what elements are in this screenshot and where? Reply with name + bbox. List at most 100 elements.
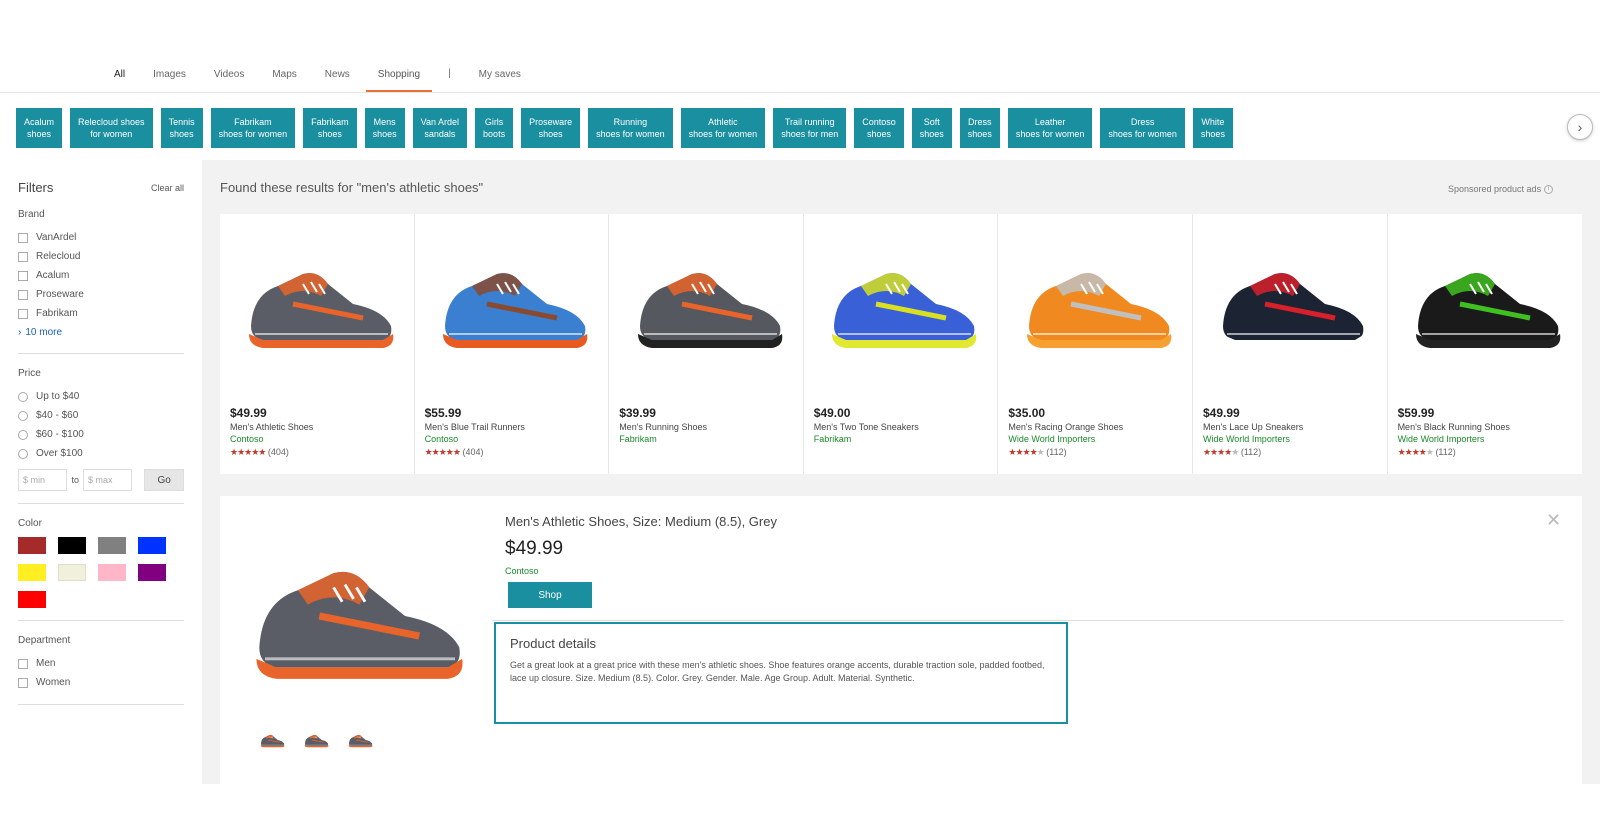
related-search-chip[interactable]: Proseware shoes bbox=[521, 108, 581, 148]
color-swatch[interactable] bbox=[58, 564, 86, 581]
info-icon[interactable]: i bbox=[1544, 184, 1554, 194]
product-merchant[interactable]: Contoso bbox=[425, 434, 599, 444]
price-min-input[interactable]: $ min bbox=[18, 469, 68, 491]
checkbox[interactable] bbox=[18, 251, 28, 262]
color-swatch[interactable] bbox=[18, 537, 46, 554]
related-search-chip[interactable]: Relecloud shoes for women bbox=[70, 108, 153, 148]
checkbox[interactable] bbox=[18, 658, 28, 669]
product-card[interactable]: $49.99 Men's Lace Up Sneakers Wide World I… bbox=[1193, 214, 1388, 474]
product-card[interactable]: $59.99 Men's Black Running Shoes Wide Worl… bbox=[1388, 214, 1583, 474]
color-swatch[interactable] bbox=[98, 564, 126, 581]
product-card[interactable]: $39.99 Men's Running Shoes Fabrikam bbox=[609, 214, 804, 474]
brand-more-link[interactable]: › 10 more bbox=[18, 323, 184, 341]
color-swatch[interactable] bbox=[18, 564, 46, 581]
close-icon[interactable]: ✕ bbox=[1546, 510, 1561, 531]
brand-option[interactable]: VanArdel bbox=[18, 228, 184, 247]
product-thumbnail[interactable] bbox=[302, 728, 330, 752]
related-search-chip[interactable]: Tennis shoes bbox=[160, 108, 203, 148]
related-search-chip[interactable]: White shoes bbox=[1192, 108, 1233, 148]
related-search-chip[interactable]: Contoso shoes bbox=[854, 108, 904, 148]
product-merchant[interactable]: Contoso bbox=[505, 566, 539, 576]
radio-button[interactable] bbox=[18, 391, 28, 402]
related-search-chip[interactable]: Fabrikam shoes for women bbox=[210, 108, 296, 148]
product-details-box: Product details Get a great look at a gr… bbox=[494, 622, 1068, 724]
tab-my-saves[interactable]: My saves bbox=[465, 68, 535, 92]
price-max-input[interactable]: $ max bbox=[82, 469, 133, 491]
department-option-label: Women bbox=[36, 677, 71, 688]
related-search-chip[interactable]: Soft shoes bbox=[911, 108, 952, 148]
product-image bbox=[1398, 224, 1573, 384]
product-merchant[interactable]: Contoso bbox=[230, 434, 404, 444]
tab-shopping[interactable]: Shopping bbox=[364, 68, 434, 92]
shop-button[interactable]: Shop bbox=[508, 582, 592, 608]
checkbox[interactable] bbox=[18, 289, 28, 300]
brand-option-label: Proseware bbox=[36, 289, 84, 300]
department-option[interactable]: Women bbox=[18, 673, 184, 692]
related-search-chip[interactable]: Acalum shoes bbox=[16, 108, 63, 148]
brand-option[interactable]: Fabrikam bbox=[18, 304, 184, 323]
product-merchant[interactable]: Fabrikam bbox=[619, 434, 793, 444]
color-swatch[interactable] bbox=[18, 591, 46, 608]
price-go-button[interactable]: Go bbox=[144, 469, 184, 491]
chevron-right-icon[interactable]: › bbox=[1567, 114, 1593, 140]
checkbox[interactable] bbox=[18, 270, 28, 281]
radio-button[interactable] bbox=[18, 410, 28, 421]
radio-button[interactable] bbox=[18, 429, 28, 440]
related-search-chip[interactable]: Dress shoes for women bbox=[1100, 108, 1185, 148]
price-option[interactable]: $40 - $60 bbox=[18, 406, 184, 425]
related-search-chip[interactable]: Dress shoes bbox=[959, 108, 1000, 148]
checkbox[interactable] bbox=[18, 677, 28, 688]
brand-option[interactable]: Relecloud bbox=[18, 247, 184, 266]
related-search-chip[interactable]: Girls boots bbox=[475, 108, 514, 148]
department-option[interactable]: Men bbox=[18, 654, 184, 673]
tab-videos[interactable]: Videos bbox=[200, 68, 258, 92]
tab-news[interactable]: News bbox=[311, 68, 364, 92]
related-search-chip[interactable]: Mens shoes bbox=[364, 108, 405, 148]
product-merchant[interactable]: Wide World Importers bbox=[1008, 434, 1182, 444]
product-merchant[interactable]: Wide World Importers bbox=[1398, 434, 1573, 444]
related-search-chip[interactable]: Leather shoes for women bbox=[1007, 108, 1093, 148]
product-card[interactable]: $55.99 Men's Blue Trail Runners Contoso ★★★… bbox=[415, 214, 610, 474]
related-search-chip[interactable]: Running shoes for women bbox=[588, 108, 673, 148]
checkbox[interactable] bbox=[18, 308, 28, 319]
star-rating-icon: ★★★★★ bbox=[1008, 447, 1044, 457]
related-search-chip[interactable]: Athletic shoes for women bbox=[680, 108, 766, 148]
review-count: (404) bbox=[267, 447, 289, 457]
brand-option[interactable]: Acalum bbox=[18, 266, 184, 285]
product-card[interactable]: $49.00 Men's Two Tone Sneakers Fabrikam bbox=[804, 214, 999, 474]
color-swatch[interactable] bbox=[138, 537, 166, 554]
checkbox[interactable] bbox=[18, 232, 28, 243]
tab-all[interactable]: All bbox=[100, 68, 139, 92]
review-count: (112) bbox=[1435, 447, 1456, 457]
tab-images[interactable]: Images bbox=[139, 68, 200, 92]
product-thumbnail[interactable] bbox=[258, 728, 286, 752]
product-rating: ★★★★★ (112) bbox=[1398, 447, 1573, 458]
price-option[interactable]: $60 - $100 bbox=[18, 425, 184, 444]
price-option[interactable]: Up to $40 bbox=[18, 387, 184, 406]
product-merchant[interactable]: Wide World Importers bbox=[1203, 434, 1377, 444]
price-option[interactable]: Over $100 bbox=[18, 444, 184, 463]
product-price: $59.99 bbox=[1397, 406, 1435, 420]
related-search-chip[interactable]: Van Ardel sandals bbox=[412, 108, 468, 148]
related-search-chip[interactable]: Trail running shoes for men bbox=[773, 108, 847, 148]
color-swatch[interactable] bbox=[138, 564, 166, 581]
color-swatch[interactable] bbox=[58, 537, 86, 554]
star-rating-icon: ★★★★★ bbox=[1397, 447, 1434, 457]
product-card[interactable]: $35.00 Men's Racing Orange Shoes Wide Worl… bbox=[998, 214, 1193, 474]
product-name: Men's Athletic Shoes bbox=[230, 422, 314, 432]
brand-option[interactable]: Proseware bbox=[18, 285, 184, 304]
product-thumbnail[interactable] bbox=[346, 728, 374, 752]
product-card[interactable]: $49.99 Men's Athletic Shoes Contoso ★★★★★ (… bbox=[220, 214, 415, 474]
department-filter-title: Department bbox=[18, 635, 71, 646]
price-option-label: $60 - $100 bbox=[36, 429, 84, 440]
related-search-chip[interactable]: Fabrikam shoes bbox=[303, 108, 357, 148]
color-swatch[interactable] bbox=[98, 537, 126, 554]
product-rating: ★★★★★ (112) bbox=[1203, 447, 1377, 458]
department-option-label: Men bbox=[36, 658, 56, 669]
clear-all-link[interactable]: Clear all bbox=[151, 183, 184, 193]
product-main-image bbox=[230, 516, 480, 716]
tab-maps[interactable]: Maps bbox=[258, 68, 310, 92]
product-merchant[interactable]: Fabrikam bbox=[814, 434, 988, 444]
review-count: (404) bbox=[462, 447, 484, 457]
radio-button[interactable] bbox=[18, 448, 28, 459]
